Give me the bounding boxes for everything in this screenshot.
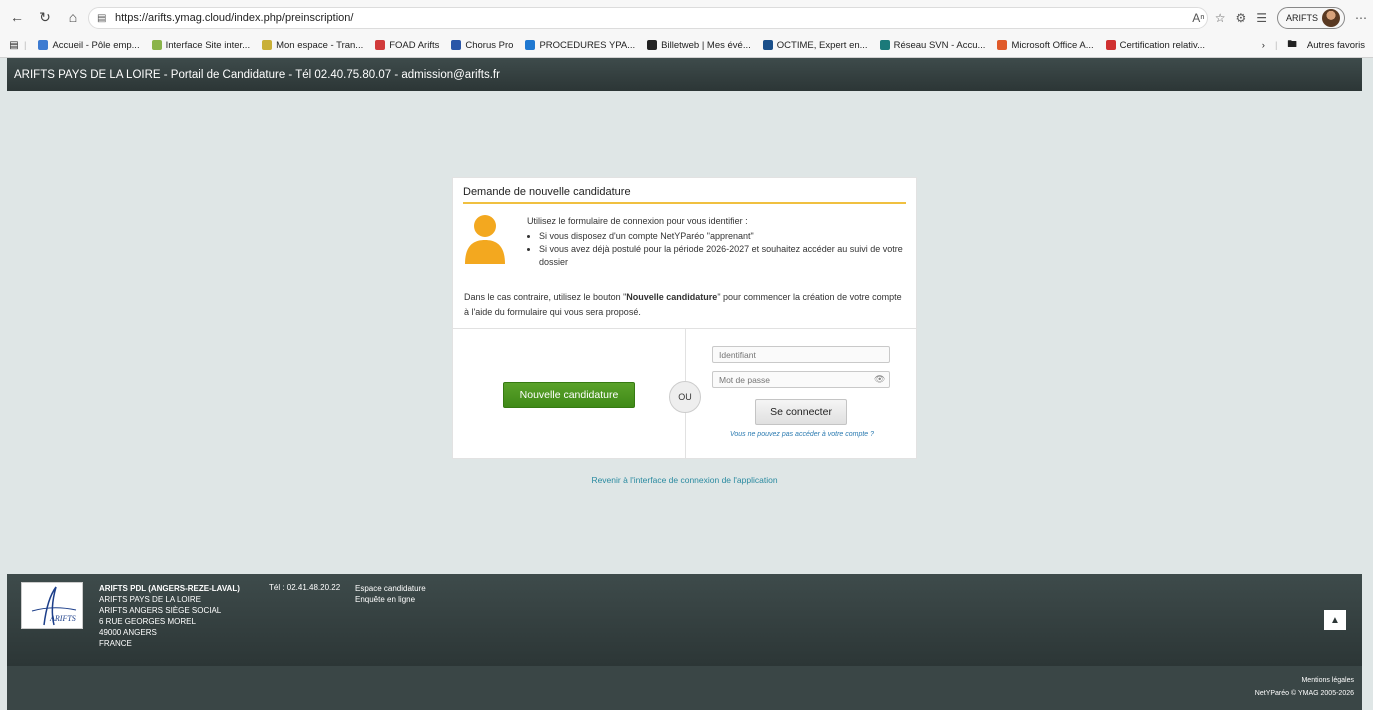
bookmark-item[interactable]: Mon espace - Tran... bbox=[262, 40, 363, 51]
info-other-case: Dans le cas contraire, utilisez le bouto… bbox=[464, 290, 909, 320]
bookmark-label: Accueil - Pôle emp... bbox=[52, 39, 140, 51]
show-password-icon[interactable]: 👁 bbox=[874, 374, 885, 385]
browser-tools: Aⁿ ☆ ⚙ ☰ ARIFTS ⋯ bbox=[1192, 6, 1367, 30]
footer-address-line: 49000 ANGERS bbox=[99, 628, 157, 637]
bookmark-item[interactable]: Accueil - Pôle emp... bbox=[38, 39, 140, 51]
or-separator: OU bbox=[669, 381, 701, 413]
flag-icon bbox=[1105, 40, 1116, 50]
footer-address-line: 6 RUE GEORGES MOREL bbox=[99, 617, 196, 626]
profile-button[interactable]: ARIFTS bbox=[1276, 7, 1345, 29]
new-application-button[interactable]: Nouvelle candidature bbox=[503, 382, 635, 408]
footer-tel: Tél : 02.41.48.20.22 bbox=[269, 583, 341, 592]
login-button[interactable]: Se connecter bbox=[755, 399, 847, 425]
lock-icon: ▤ bbox=[97, 12, 107, 24]
read-aloud-icon[interactable]: Aⁿ bbox=[1192, 11, 1204, 25]
footer-address-line: ARIFTS PAYS DE LA LOIRE bbox=[99, 595, 201, 604]
forgot-account-link[interactable]: Vous ne pouvez pas accéder à votre compt… bbox=[721, 431, 883, 438]
footer: ARIFTS ARIFTS PDL (ANGERS-REZE-LAVAL) AR… bbox=[7, 574, 1362, 666]
app-header: ARIFTS PAYS DE LA LOIRE - Portail de Can… bbox=[7, 58, 1362, 91]
bookmark-label: Réseau SVN - Accu... bbox=[893, 39, 986, 51]
user-icon bbox=[465, 215, 505, 264]
s-icon bbox=[879, 40, 890, 50]
arifts-logo: ARIFTS bbox=[21, 582, 83, 629]
bookmark-item[interactable]: Billetweb | Mes évé... bbox=[647, 40, 751, 51]
footer-address-line: ARIFTS ANGERS SIÈGE SOCIAL bbox=[99, 606, 222, 615]
username-input[interactable] bbox=[712, 346, 890, 363]
bookmarks-toggle[interactable]: ▤ | bbox=[8, 39, 26, 51]
info-other-bold: Nouvelle candidature bbox=[626, 292, 718, 302]
favorite-star-icon[interactable]: ☆ bbox=[1215, 11, 1226, 25]
scroll-to-top-button[interactable]: ▲ bbox=[1324, 610, 1346, 630]
url-text: https://arifts.ymag.cloud/index.php/prei… bbox=[115, 12, 354, 24]
sub-footer: Mentions légales NetYParéo © YMAG 2005-2… bbox=[7, 666, 1362, 710]
bookmarks-bar: ▤ | Accueil - Pôle emp... Interface Site i… bbox=[0, 34, 1373, 56]
bookmark-label: Billetweb | Mes évé... bbox=[661, 39, 751, 51]
favorites-icon[interactable]: ☰ bbox=[1256, 11, 1267, 25]
footer-link-application-space[interactable]: Espace candidature bbox=[355, 583, 426, 594]
refresh-icon[interactable]: ↻ bbox=[34, 6, 56, 28]
card-title: Demande de nouvelle candidature bbox=[463, 184, 906, 204]
bookmark-label: Certification relativ... bbox=[1119, 39, 1205, 51]
info-list: Si vous disposez d'un compte NetYParéo "… bbox=[539, 230, 907, 269]
other-bookmarks[interactable]: Autres favoris bbox=[1307, 40, 1365, 51]
footer-link-survey[interactable]: Enquête en ligne bbox=[355, 594, 426, 605]
more-icon[interactable]: ⋯ bbox=[1355, 11, 1367, 25]
legal-link[interactable]: Mentions légales bbox=[7, 674, 1354, 687]
bookmark-label: OCTIME, Expert en... bbox=[776, 39, 868, 51]
star-icon bbox=[38, 40, 49, 50]
info-bullet: Si vous avez déjà postulé pour la périod… bbox=[539, 243, 907, 269]
footer-org-name: ARIFTS PDL (ANGERS-REZE-LAVAL) bbox=[99, 584, 240, 593]
m-icon bbox=[375, 40, 386, 50]
info-text: Utilisez le formulaire de connexion pour… bbox=[527, 215, 907, 269]
bookmark-label: Interface Site inter... bbox=[165, 39, 251, 51]
bookmark-label: FOAD Arifts bbox=[389, 39, 440, 51]
back-to-login-link[interactable]: Revenir à l'interface de connexion de l'… bbox=[452, 475, 917, 485]
bookmarks-right: › | 🖿 Autres favoris bbox=[1262, 34, 1365, 56]
b-icon bbox=[647, 40, 658, 50]
bookmark-item[interactable]: Interface Site inter... bbox=[151, 39, 251, 51]
copyright: NetYParéo © YMAG 2005-2026 bbox=[1254, 690, 1354, 697]
footer-links: Espace candidature Enquête en ligne bbox=[355, 583, 426, 605]
oc-icon bbox=[762, 40, 773, 50]
bookmark-item[interactable]: FOAD Arifts bbox=[375, 40, 439, 51]
browser-chrome: ← ↻ ⌂ ▤ https://arifts.ymag.cloud/index.… bbox=[0, 0, 1373, 58]
extensions-icon[interactable]: ⚙ bbox=[1235, 11, 1246, 25]
bookmark-item[interactable]: Chorus Pro bbox=[451, 40, 513, 51]
info-bullet: Si vous disposez d'un compte NetYParéo "… bbox=[539, 230, 907, 243]
app-header-title: ARIFTS PAYS DE LA LOIRE - Portail de Can… bbox=[14, 68, 500, 81]
back-icon[interactable]: ← bbox=[6, 6, 28, 28]
bookmark-label: Microsoft Office A... bbox=[1011, 39, 1094, 51]
cloud-icon bbox=[525, 40, 536, 50]
bookmark-item[interactable]: Certification relativ... bbox=[1105, 39, 1205, 51]
bookmark-label: Mon espace - Tran... bbox=[276, 39, 364, 51]
home-icon[interactable]: ⌂ bbox=[62, 6, 84, 28]
address-bar[interactable]: ▤ https://arifts.ymag.cloud/index.php/pr… bbox=[88, 7, 1208, 29]
info-intro: Utilisez le formulaire de connexion pour… bbox=[527, 216, 748, 226]
avatar bbox=[1322, 9, 1340, 27]
profile-name: ARIFTS bbox=[1285, 13, 1318, 23]
folder-icon: 🖿 bbox=[1287, 39, 1297, 50]
tab-icon: ▤ bbox=[9, 39, 19, 51]
bookmark-item[interactable]: OCTIME, Expert en... bbox=[762, 39, 868, 51]
bookmark-item[interactable]: PROCEDURES YPA... bbox=[525, 40, 635, 51]
leaf-icon bbox=[151, 40, 162, 50]
bookmark-item[interactable]: Microsoft Office A... bbox=[997, 39, 1094, 51]
bookmark-item[interactable]: Réseau SVN - Accu... bbox=[879, 39, 986, 51]
chevron-right-icon[interactable]: › bbox=[1262, 40, 1265, 51]
chorus-icon bbox=[451, 40, 462, 50]
footer-address-line: FRANCE bbox=[99, 639, 132, 648]
password-input[interactable] bbox=[712, 371, 890, 388]
office-icon bbox=[997, 40, 1008, 50]
bookmarks-list: Accueil - Pôle emp... Interface Site inte… bbox=[38, 40, 1217, 51]
info-other-pre: Dans le cas contraire, utilisez le bouto… bbox=[464, 292, 627, 302]
bookmark-label: Chorus Pro bbox=[465, 39, 514, 51]
footer-address: ARIFTS PDL (ANGERS-REZE-LAVAL) ARIFTS PA… bbox=[99, 583, 240, 649]
bookmark-label: PROCEDURES YPA... bbox=[539, 39, 636, 51]
application-card: Demande de nouvelle candidature Utilisez… bbox=[452, 177, 917, 459]
logo-text: ARIFTS bbox=[49, 614, 76, 623]
bar-icon bbox=[262, 40, 273, 50]
